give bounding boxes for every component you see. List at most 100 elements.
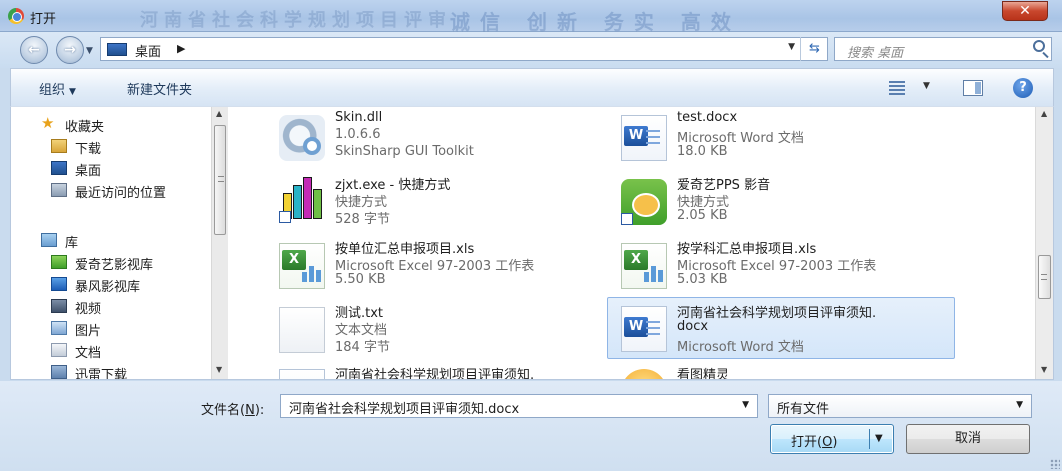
new-folder-button[interactable]: 新建文件夹 [127,79,192,98]
breadcrumb-desktop[interactable]: 桌面 [135,41,161,60]
breadcrumb-chevron-icon[interactable]: ▶ [177,42,185,55]
sidebar-item-label: 迅雷下载 [75,368,128,379]
desktop-folder-icon [107,43,127,56]
filename-label: 文件名(N): [201,403,265,418]
libraries-icon [41,233,57,247]
file-detail: 528 字节 [335,212,390,227]
shortcut-arrow-icon [621,213,633,225]
text-file-icon [279,307,325,353]
file-type-value: 所有文件 [777,402,830,417]
gear-icon [279,115,325,161]
scroll-up-icon[interactable]: ▲ [216,109,222,118]
sidebar-item-label: 库 [65,236,79,251]
toolbar: 组织 ▼ 新建文件夹 ▼ ? [10,68,1054,106]
open-button[interactable]: 打开(O) ▼ [770,424,894,454]
content-area: ★ 收藏夹 下载 桌面 最近访问的位置 库 爱奇艺影视库 暴风影视库 视频 图片… [10,106,1054,380]
documents-icon [51,343,67,357]
filename-dropdown-icon[interactable]: ▼ [742,400,749,410]
bottom-panel: 文件名(N): 河南省社会科学规划项目评审须知.docx ▼ 所有文件 ▼ 打开… [0,381,1062,471]
file-name: Skin.dll [335,110,383,125]
file-type-select[interactable]: 所有文件 ▼ [768,394,1032,418]
file-name-continued: docx [677,319,709,334]
file-item[interactable]: zjxt.exe - 快捷方式 快捷方式 528 字节 [273,173,603,233]
forward-button[interactable]: → [56,36,84,64]
address-dropdown-icon[interactable]: ▼ [788,42,795,52]
image-viewer-icon [621,369,667,379]
search-placeholder: 搜索 桌面 [847,46,904,61]
view-dropdown-icon[interactable]: ▼ [923,81,930,91]
file-detail: 5.50 KB [335,272,386,287]
sidebar-item-label: 下载 [75,142,102,157]
cancel-button[interactable]: 取消 [906,424,1030,454]
sidebar-item-label: 暴风影视库 [75,280,141,295]
file-detail: SkinSharp GUI Toolkit [335,144,474,159]
word-icon: W [621,306,667,352]
back-button[interactable]: ← [20,36,48,64]
file-item[interactable]: X 按学科汇总申报项目.xls Microsoft Excel 97-2003 … [615,237,965,297]
navigation-pane: ★ 收藏夹 下载 桌面 最近访问的位置 库 爱奇艺影视库 暴风影视库 视频 图片… [11,107,233,379]
file-detail: 5.03 KB [677,272,728,287]
open-options-dropdown-icon[interactable]: ▼ [875,433,883,444]
grip-icon [218,176,224,182]
organize-menu[interactable]: 组织 ▼ [39,79,76,98]
chevron-down-icon: ▼ [1016,400,1023,410]
file-detail: Microsoft Word 文档 [677,340,804,355]
banner-left-text: 河南省社会科学规划项目评审 [140,10,452,31]
shortcut-arrow-icon [279,211,291,223]
videos-icon [51,299,67,313]
file-item[interactable]: 测试.txt 文本文档 184 字节 [273,301,603,361]
split-divider [869,429,870,449]
pictures-icon [51,321,67,335]
bar-chart-icon [279,177,325,225]
filename-value: 河南省社会科学规划项目评审须知.docx [289,402,520,417]
desktop-icon [51,161,67,175]
file-list-scrollbar[interactable]: ▲ ▼ [1035,107,1053,379]
window-title: 打开 [30,12,57,27]
arrow-right-icon: → [64,42,76,58]
recent-locations-dropdown-icon[interactable]: ▼ [86,46,93,56]
banner-right-text: 诚信 创新 务实 高效 [450,10,741,34]
search-input[interactable]: 搜索 桌面 [834,37,1052,61]
sidebar-item-label: 桌面 [75,164,102,179]
file-item[interactable]: Skin.dll 1.0.6.6 SkinSharp GUI Toolkit [273,109,603,169]
arrow-left-icon: ← [28,42,40,58]
file-item-selected[interactable]: W 河南省社会科学规划项目评审须知. docx Microsoft Word 文… [607,297,955,359]
address-bar[interactable]: 桌面 ▶ ▼ [100,37,828,61]
file-item[interactable]: 看图精灵 [615,363,965,379]
help-icon[interactable]: ? [1013,78,1033,98]
scroll-up-icon[interactable]: ▲ [1041,109,1047,118]
grip-icon [1041,274,1047,280]
file-item[interactable]: W 河南省社会科学规划项目评审须知. [273,363,603,379]
word-icon: W [621,115,667,161]
scroll-down-icon[interactable]: ▼ [1041,365,1047,374]
star-icon: ★ [41,114,55,132]
search-icon[interactable] [1033,40,1045,52]
sidebar-item-label: 视频 [75,302,102,317]
close-button[interactable]: ✕ [1002,1,1048,21]
organize-label: 组织 [39,83,66,98]
scroll-down-icon[interactable]: ▼ [216,365,222,374]
resize-grip-icon[interactable] [1050,459,1060,469]
filename-input[interactable]: 河南省社会科学规划项目评审须知.docx ▼ [280,394,758,418]
file-detail: 1.0.6.6 [335,127,381,142]
iqiyi-library-icon [51,255,67,269]
preview-pane-icon[interactable] [963,80,983,96]
thunder-downloads-icon [51,365,67,379]
refresh-button[interactable]: ⇆ [800,37,828,61]
address-row: ← → ▼ 桌面 ▶ ▼ ⇆ 搜索 桌面 [0,32,1062,68]
file-item[interactable]: W test.docx Microsoft Word 文档 18.0 KB [615,109,965,169]
file-list: Skin.dll 1.0.6.6 SkinSharp GUI Toolkit W… [233,107,1051,379]
sidebar-item-label: 收藏夹 [65,120,105,135]
iqiyi-icon [621,179,667,225]
sidebar-scrollbar[interactable]: ▲ ▼ [211,107,228,379]
file-list-scrollbar-thumb[interactable] [1038,255,1051,299]
file-name: 看图精灵 [677,368,730,379]
file-item[interactable]: X 按单位汇总申报项目.xls Microsoft Excel 97-2003 … [273,237,603,297]
sidebar-scrollbar-thumb[interactable] [214,125,226,235]
recent-places-icon [51,183,67,197]
file-detail: 2.05 KB [677,208,728,223]
file-item[interactable]: 爱奇艺PPS 影音 快捷方式 2.05 KB [615,173,965,233]
baofeng-library-icon [51,277,67,291]
view-options-icon[interactable] [889,81,905,95]
title-bar: 河南省社会科学规划项目评审 诚信 创新 务实 高效 打开 ✕ [0,0,1062,34]
